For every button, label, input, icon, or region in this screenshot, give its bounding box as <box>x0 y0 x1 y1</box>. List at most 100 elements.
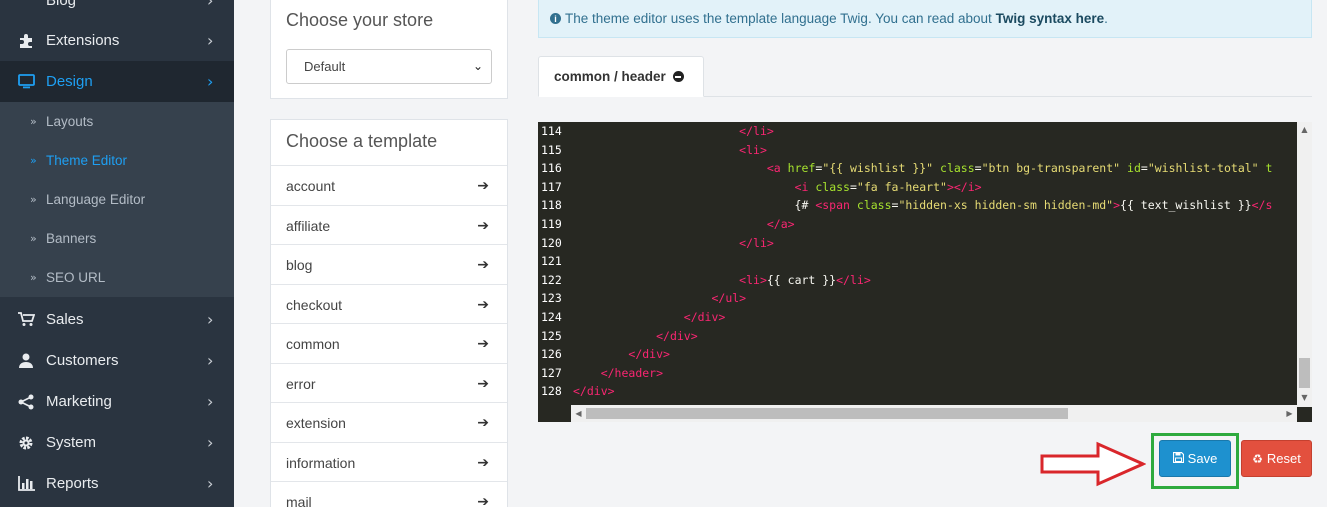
template-item-common[interactable]: common ➔ <box>271 323 507 363</box>
chevron-right-icon: › <box>207 72 214 91</box>
sidebar-item-customers[interactable]: Customers › <box>0 340 234 381</box>
code-text: {# <span class="hidden-xs hidden-sm hidd… <box>573 198 1273 213</box>
arrow-right-icon: ➔ <box>477 177 489 194</box>
line-number: 116 <box>541 161 562 176</box>
sidebar-subitem-seo-url[interactable]: » SEO URL <box>0 258 234 297</box>
code-text: </header> <box>600 365 664 380</box>
tab-common-header[interactable]: common / header <box>538 56 704 97</box>
chevron-right-icon: › <box>207 433 214 452</box>
template-item-mail[interactable]: mail ➔ <box>271 481 507 507</box>
sidebar-item-label: Reports <box>46 475 99 492</box>
sidebar-item-label: Customers <box>46 352 119 369</box>
code-text: <li> <box>739 142 767 157</box>
save-button[interactable]: Save <box>1159 440 1231 477</box>
template-item-label: blog <box>286 256 313 273</box>
template-panel-title: Choose a template <box>286 131 438 151</box>
template-item-label: mail <box>286 493 312 507</box>
template-item-error[interactable]: error ➔ <box>271 363 507 403</box>
code-text: </div> <box>628 347 670 362</box>
scroll-left-icon[interactable]: ◀ <box>571 405 586 422</box>
line-number: 115 <box>541 142 562 157</box>
double-chevron-icon: » <box>30 271 37 284</box>
line-number: 123 <box>541 291 562 306</box>
template-item-label: account <box>286 177 336 194</box>
floppy-disk-icon <box>1172 451 1184 466</box>
double-chevron-icon: » <box>30 115 37 128</box>
sidebar-item-marketing[interactable]: Marketing › <box>0 381 234 422</box>
info-icon: i <box>550 13 561 24</box>
sidebar-item-system[interactable]: System › <box>0 422 234 463</box>
code-text: </div> <box>573 384 615 399</box>
sidebar-subitem-banners[interactable]: » Banners <box>0 219 234 258</box>
sidebar-item-design[interactable]: Design › <box>0 61 234 102</box>
chevron-right-icon: › <box>207 392 214 411</box>
template-item-checkout[interactable]: checkout ➔ <box>271 284 507 324</box>
sidebar-item-reports[interactable]: Reports › <box>0 463 234 504</box>
close-tab-icon[interactable] <box>672 71 684 82</box>
sidebar-subitem-label: Banners <box>46 231 97 246</box>
sidebar-subitem-layouts[interactable]: » Layouts <box>0 102 234 141</box>
line-number: 117 <box>541 179 562 194</box>
horizontal-scroll-thumb[interactable] <box>586 408 1068 419</box>
sidebar-subitem-label: SEO URL <box>46 270 106 285</box>
line-number: 121 <box>541 254 562 269</box>
sidebar-item-label: System <box>46 434 97 451</box>
store-select-value: Default <box>304 59 346 74</box>
scroll-right-icon[interactable]: ▶ <box>1282 405 1297 422</box>
sidebar-item-extensions[interactable]: Extensions › <box>0 20 234 61</box>
chevron-right-icon: › <box>207 0 214 10</box>
alert-suffix: . <box>1104 11 1108 26</box>
chevron-right-icon: › <box>207 351 214 370</box>
code-editor[interactable]: 114 </li> 115 <li> 116 <a href="{{ wishlis… <box>538 122 1312 422</box>
cart-icon <box>17 311 35 329</box>
scroll-down-icon[interactable]: ▼ <box>1297 390 1312 405</box>
arrow-right-icon: ➔ <box>477 335 489 352</box>
reset-button-label: Reset <box>1266 451 1301 466</box>
tab-label: common / header <box>554 69 666 84</box>
recycle-icon: ♻ <box>1252 451 1263 466</box>
line-number: 125 <box>541 328 562 343</box>
arrow-right-icon: ➔ <box>477 256 489 273</box>
arrow-right-icon: ➔ <box>477 414 489 431</box>
sidebar-item-label: Marketing <box>46 393 112 410</box>
sidebar-subitem-label: Layouts <box>46 114 94 129</box>
red-arrow-annotation <box>1040 441 1146 487</box>
line-number: 127 <box>541 365 562 380</box>
vertical-scroll-thumb[interactable] <box>1299 358 1310 388</box>
line-number: 124 <box>541 310 562 324</box>
sidebar-item-label: Extensions <box>46 32 120 49</box>
template-item-information[interactable]: information ➔ <box>271 442 507 482</box>
vertical-scrollbar[interactable]: ▲ ▼ <box>1297 122 1312 407</box>
sidebar-item-label: Blog <box>46 0 77 9</box>
template-item-label: extension <box>286 414 346 431</box>
template-item-account[interactable]: account ➔ <box>271 165 507 205</box>
reset-button[interactable]: ♻ Reset <box>1241 440 1312 477</box>
double-chevron-icon: » <box>30 154 37 167</box>
sidebar-subitem-language-editor[interactable]: » Language Editor <box>0 180 234 219</box>
sidebar-item-sales[interactable]: Sales › <box>0 299 234 340</box>
template-item-affiliate[interactable]: affiliate ➔ <box>271 205 507 245</box>
code-text: </a> <box>766 217 795 231</box>
sidebar-item-blog[interactable]: Blog › <box>0 0 234 21</box>
chevron-right-icon: › <box>207 474 214 493</box>
arrow-right-icon: ➔ <box>477 493 489 507</box>
sidebar: Blog › Extensions › Design › » Layouts »… <box>0 0 234 507</box>
user-icon <box>17 352 35 370</box>
arrow-right-icon: ➔ <box>477 375 489 392</box>
scroll-up-icon[interactable]: ▲ <box>1297 122 1312 137</box>
monitor-icon <box>17 73 35 91</box>
horizontal-scrollbar[interactable]: ◀ ▶ <box>571 405 1297 422</box>
template-panel: Choose a template account ➔ affiliate ➔ bl… <box>270 119 508 507</box>
template-item-extension[interactable]: extension ➔ <box>271 402 507 442</box>
gear-icon <box>17 434 35 452</box>
store-panel: Choose your store Default ⌄ <box>270 0 508 99</box>
sidebar-subitem-theme-editor[interactable]: » Theme Editor <box>0 141 234 180</box>
line-number: 128 <box>541 384 562 399</box>
double-chevron-icon: » <box>30 232 37 245</box>
double-chevron-icon: » <box>30 193 37 206</box>
line-number: 119 <box>541 217 562 231</box>
store-select[interactable]: Default ⌄ <box>286 49 492 84</box>
twig-syntax-link[interactable]: Twig syntax here <box>996 11 1105 26</box>
template-item-blog[interactable]: blog ➔ <box>271 244 507 284</box>
chevron-down-icon: ⌄ <box>472 59 483 73</box>
